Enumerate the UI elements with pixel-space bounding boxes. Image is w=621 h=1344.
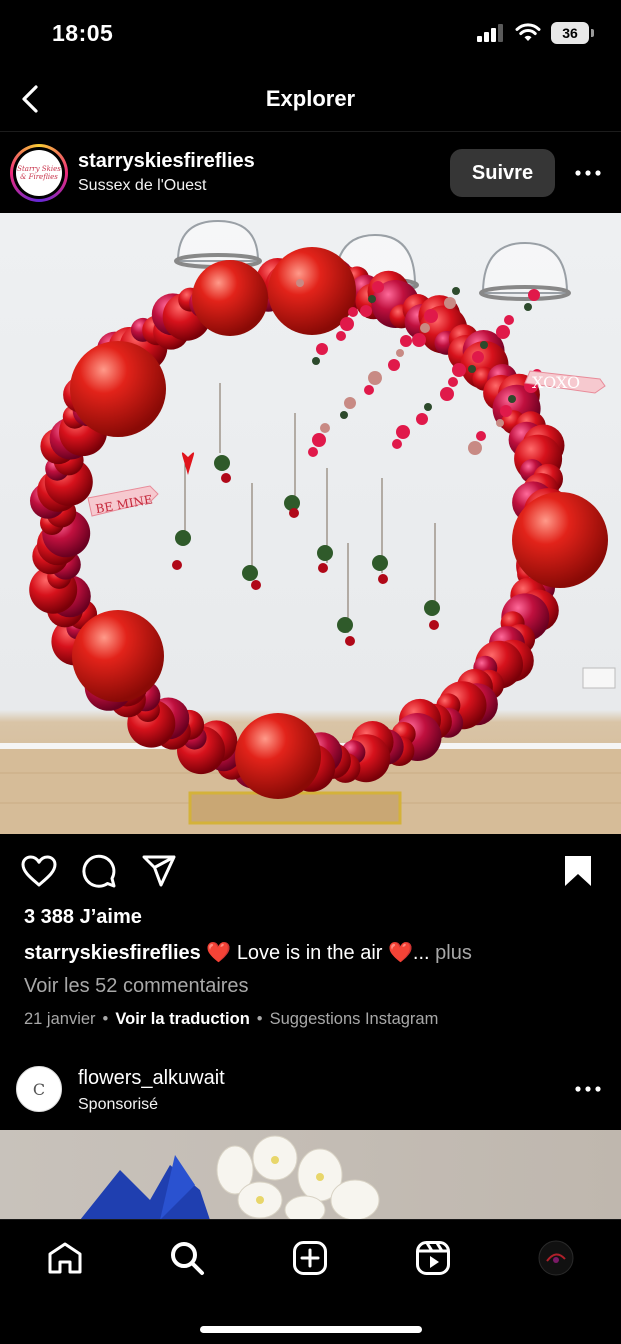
nav-home[interactable] [43, 1238, 87, 1278]
view-comments-link[interactable]: Voir les 52 commentaires [24, 975, 249, 998]
post-caption: starryskiesfireflies ❤️ Love is in the a… [24, 940, 472, 965]
home-icon [48, 1242, 82, 1274]
caption-text: ❤️ Love is in the air ❤️... [200, 942, 430, 964]
like-count[interactable]: 3 388 J’aime [24, 906, 142, 929]
create-icon [293, 1241, 327, 1275]
reels-icon [416, 1241, 450, 1275]
profile-icon [538, 1240, 574, 1276]
sponsored-post-header: C flowers_alkuwait Sponsorisé [0, 1060, 621, 1128]
orchid-image [80, 1135, 380, 1220]
comment-button[interactable] [80, 852, 118, 890]
nav-create[interactable] [288, 1238, 332, 1278]
wifi-icon [515, 23, 541, 41]
share-button[interactable] [140, 852, 178, 890]
top-header: Explorer [0, 66, 621, 132]
sponsored-avatar[interactable]: C [16, 1066, 62, 1112]
caption-username[interactable]: starryskiesfireflies [24, 942, 201, 964]
nav-search[interactable] [165, 1238, 209, 1278]
sponsored-label: Sponsorisé [78, 1096, 159, 1113]
sponsored-username[interactable]: flowers_alkuwait [78, 1067, 225, 1090]
home-indicator [200, 1326, 422, 1333]
balloon-arch-image: BE MINE XOXO [0, 219, 621, 834]
comment-icon [82, 854, 116, 888]
caption-more-link[interactable]: plus [430, 942, 472, 964]
post-username[interactable]: starryskiesfireflies [78, 150, 255, 173]
signal-icon [477, 24, 503, 42]
post-meta: 21 janvier • Voir la traduction • Suggestion… [24, 1010, 439, 1028]
status-icons: 36 [477, 22, 594, 44]
post-photo[interactable]: BE MINE XOXO [0, 213, 621, 834]
suggestion-label: Suggestions Instagram [269, 1010, 439, 1028]
bottom-navigation [0, 1219, 621, 1344]
bookmark-icon [565, 856, 591, 886]
search-icon [171, 1242, 204, 1275]
post-options-button[interactable] [573, 158, 603, 188]
nav-reels[interactable] [411, 1238, 455, 1278]
status-bar: 18:05 36 [0, 0, 621, 66]
more-icon [575, 1086, 601, 1092]
share-icon [142, 855, 176, 887]
sponsored-options-button[interactable] [573, 1074, 603, 1104]
post-header: Starry Skies & Fireflies starryskiesfire… [0, 133, 621, 213]
translate-link[interactable]: Voir la traduction [115, 1010, 249, 1028]
follow-button[interactable]: Suivre [450, 149, 555, 197]
post-date: 21 janvier [24, 1010, 96, 1028]
post-location[interactable]: Sussex de l'Ouest [78, 177, 206, 195]
photo-sign-right: XOXO [532, 373, 580, 392]
post-actions [0, 850, 621, 892]
like-button[interactable] [20, 852, 58, 890]
more-icon [575, 170, 601, 176]
sponsored-photo[interactable] [0, 1130, 621, 1220]
avatar-logo: Starry Skies & Fireflies [16, 150, 62, 196]
avatar[interactable]: Starry Skies & Fireflies [10, 144, 68, 202]
save-button[interactable] [559, 852, 597, 890]
heart-icon [21, 855, 57, 887]
battery-icon: 36 [551, 22, 594, 44]
nav-profile[interactable] [534, 1238, 578, 1278]
page-title: Explorer [265, 86, 356, 111]
status-time: 18:05 [52, 20, 114, 46]
